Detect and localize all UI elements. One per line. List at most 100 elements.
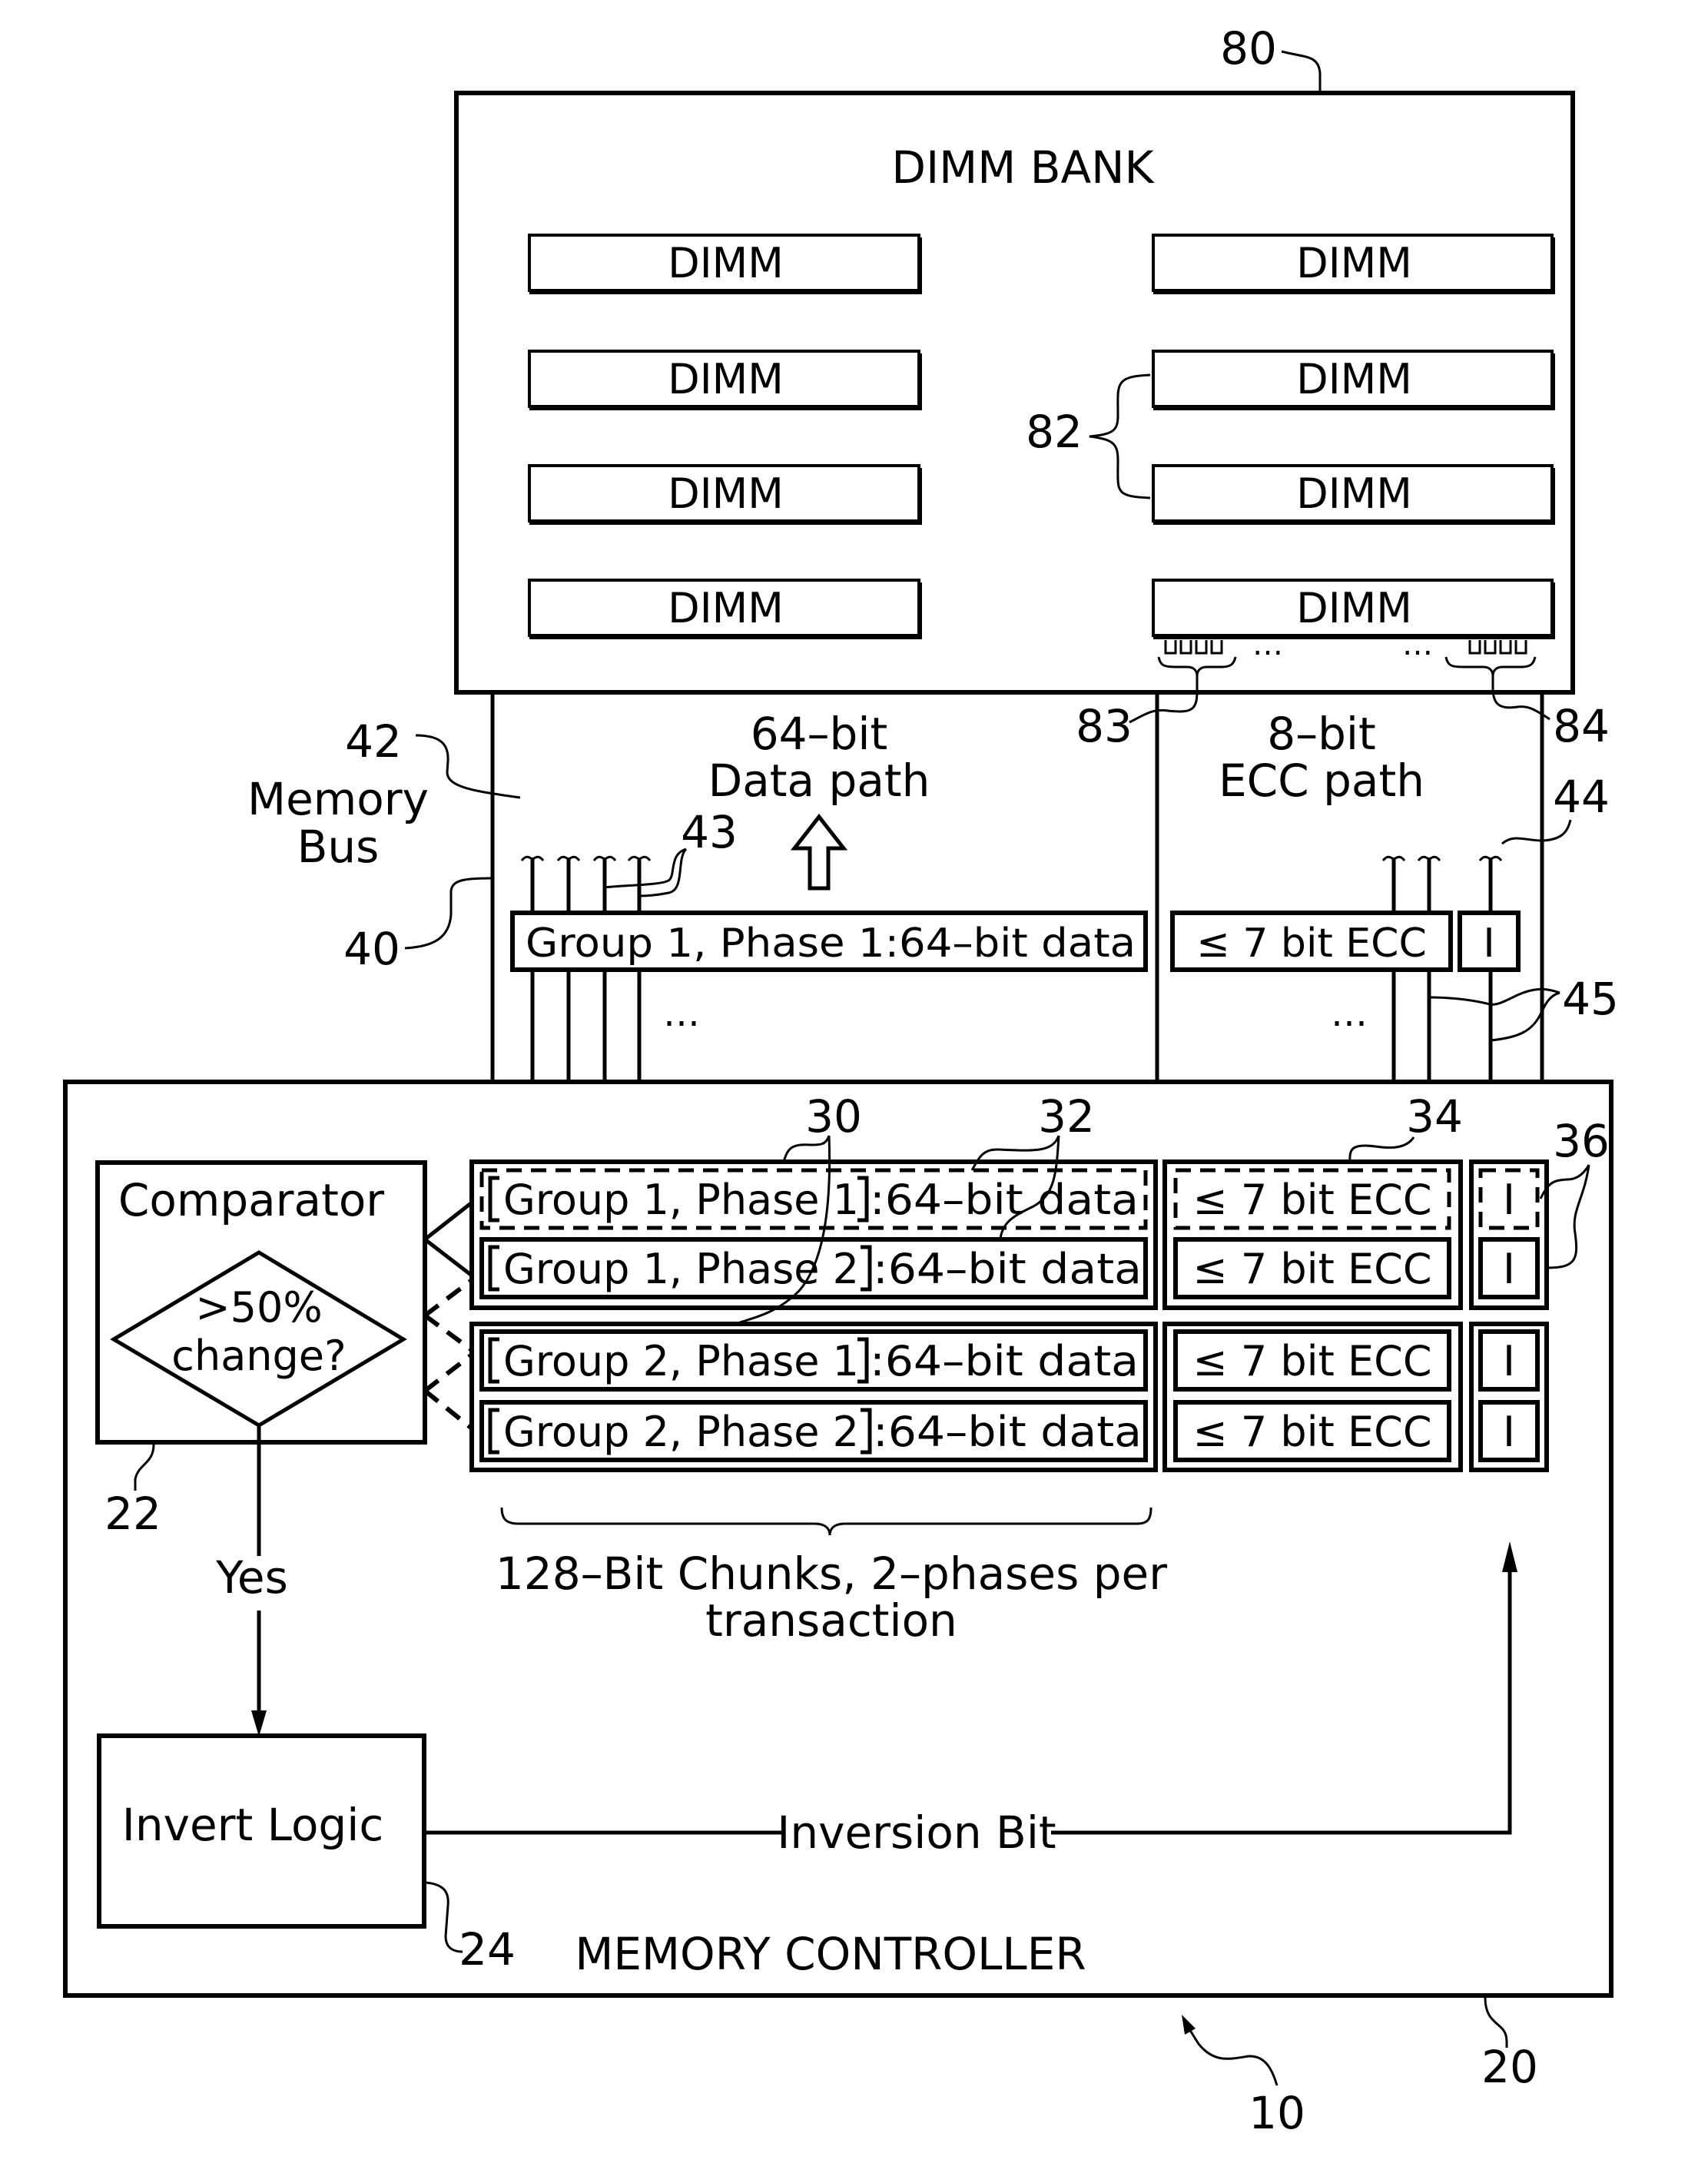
- chunk-ecc-label: ≤ 7 bit ECC: [1192, 1337, 1431, 1385]
- chunk-group-phase: Group 1, Phase 2: [503, 1245, 859, 1293]
- yes-arrowhead-icon: [251, 1710, 267, 1737]
- ref-43: 43: [681, 806, 738, 858]
- dimm-slot-label: DIMM: [1296, 355, 1412, 403]
- ref-42: 42: [345, 715, 402, 768]
- chunk-group-phase: Group 2, Phase 2: [503, 1408, 859, 1456]
- memory-bus: Group 1, Phase 1:64–bit data ≤ 7 bit ECC…: [247, 676, 1619, 1082]
- bus-line-cap-icon: [592, 855, 617, 861]
- ref-24-leader: [425, 1881, 463, 1953]
- ref-32: 32: [1038, 1090, 1095, 1143]
- chunk-data-field: :64–bit data: [870, 1337, 1139, 1385]
- bus-ecc-segment-label: ≤ 7 bit ECC: [1196, 921, 1427, 967]
- dimm-bank-title: DIMM BANK: [891, 141, 1155, 194]
- chunk-ecc-label: ≤ 7 bit ECC: [1192, 1245, 1431, 1293]
- chunk-group-phase: Group 2, Phase 1: [503, 1337, 859, 1385]
- bus-line-cap-icon: [1417, 855, 1441, 861]
- ref-24: 24: [459, 1923, 516, 1976]
- ref-34-leader: [1348, 1136, 1415, 1163]
- ref-45: 45: [1562, 973, 1619, 1025]
- memory-controller: Comparator >50% change? 22 Yes Invert Lo…: [63, 1080, 1613, 2139]
- ref-20: 20: [1481, 2041, 1538, 2093]
- comparator-title: Comparator: [118, 1174, 384, 1226]
- pins-ellipsis-left: …: [1252, 627, 1283, 662]
- inversion-arrowhead-icon: [1502, 1541, 1517, 1572]
- inversion-line-right: [1051, 1568, 1512, 1835]
- ref-22-leader: [134, 1444, 155, 1491]
- pins-ellipsis-right: …: [1402, 627, 1433, 662]
- ref-44-leader: [1501, 819, 1572, 845]
- chunk-data-field: :64–bit data: [873, 1408, 1142, 1456]
- decision-line1: >50%: [195, 1283, 322, 1332]
- dimm-slot-label: DIMM: [668, 469, 784, 518]
- yes-label: Yes: [215, 1551, 288, 1604]
- ecc-path-label: ECC path: [1219, 755, 1424, 807]
- memory-bus-label-line1: Memory: [247, 773, 429, 825]
- ref-10-arrowhead-icon: [1182, 2015, 1196, 2035]
- link-g2p2-dashed: [423, 1388, 476, 1433]
- dimm-slot-label: DIMM: [668, 239, 784, 287]
- chunk-brace: [500, 1507, 1152, 1536]
- link-g1p1: [423, 1199, 476, 1241]
- dimm-bank: DIMM BANK DIMM DIMM DIMM DIMM DIMM DIMM DIMM DI…: [454, 22, 1575, 695]
- memory-system-diagram: DIMM BANK DIMM DIMM DIMM DIMM DIMM DIMM DIMM DI…: [63, 22, 1619, 2139]
- ref-36: 36: [1553, 1115, 1610, 1167]
- bus-line-cap-icon: [1381, 855, 1406, 861]
- chunk-inv-label: I: [1503, 1408, 1515, 1456]
- chunk-group-phase: Group 1, Phase 1: [503, 1176, 859, 1224]
- ref-83: 83: [1076, 700, 1133, 752]
- bus-line-cap-icon: [520, 855, 545, 861]
- dimm-slot-label: DIMM: [668, 355, 784, 403]
- ref-80-leader: [1281, 50, 1322, 93]
- ref-22: 22: [104, 1488, 161, 1540]
- chunk-row: Group 2, Phase 2 :64–bit data ≤ 7 bit ECC I: [479, 1400, 1540, 1462]
- ref-42-leader: [415, 734, 521, 799]
- chunk-ecc-label: ≤ 7 bit ECC: [1192, 1176, 1431, 1224]
- chunk-inv-label: I: [1503, 1337, 1515, 1385]
- decision-line2: change?: [171, 1332, 346, 1380]
- dimm-slot-label: DIMM: [1296, 239, 1412, 287]
- bus-line-cap-icon: [627, 855, 652, 861]
- invert-logic-title: Invert Logic: [122, 1799, 384, 1851]
- chunk-inv-label: I: [1503, 1245, 1515, 1293]
- chunk-caption-line2: transaction: [705, 1594, 957, 1647]
- ref-80: 80: [1220, 22, 1277, 75]
- dimm-slot-label: DIMM: [668, 584, 784, 632]
- bus-line-cap-icon: [1478, 855, 1503, 861]
- chunk-data-field: :64–bit data: [873, 1245, 1142, 1293]
- memory-controller-title: MEMORY CONTROLLER: [575, 1928, 1086, 1980]
- ref-84: 84: [1553, 700, 1610, 752]
- chunk-rows: Group 1, Phase 1:64–bit data ≤ 7 bit ECC I…: [479, 1168, 1540, 1462]
- link-g2p1-dashed: [423, 1313, 476, 1355]
- bus-ecc-ellipsis: …: [1331, 992, 1368, 1035]
- ref-10: 10: [1249, 2087, 1305, 2139]
- memory-bus-label-line2: Bus: [297, 821, 380, 873]
- chunk-row: Group 1, Phase 2 :64–bit data ≤ 7 bit ECC I: [479, 1237, 1540, 1299]
- chunk-inv-label: I: [1503, 1176, 1515, 1224]
- ref-30: 30: [805, 1090, 862, 1143]
- data-direction-arrow-icon: [790, 813, 848, 891]
- chunk-caption-line1: 128–Bit Chunks, 2–phases per: [496, 1548, 1167, 1600]
- link-g1p2: [423, 1238, 476, 1279]
- link-g2p1-dashed-b: [423, 1350, 476, 1393]
- comparator-links: [423, 1199, 476, 1433]
- dimm-slot-label: DIMM: [1296, 584, 1412, 632]
- ref-40-leader: [404, 877, 493, 950]
- ref-44: 44: [1553, 771, 1610, 823]
- bus-inversion-segment-label: I: [1483, 921, 1494, 967]
- data-path-width: 64–bit: [751, 708, 887, 760]
- ref-40: 40: [343, 923, 400, 975]
- ecc-path-width: 8–bit: [1267, 708, 1376, 760]
- inversion-bit-label: Inversion Bit: [777, 1806, 1056, 1859]
- chunk-data-field: :64–bit data: [870, 1176, 1139, 1224]
- bus-data-segment-label: Group 1, Phase 1:64–bit data: [526, 921, 1136, 967]
- data-path-label: Data path: [708, 755, 930, 807]
- chunk-ecc-label: ≤ 7 bit ECC: [1192, 1408, 1431, 1456]
- ref-34: 34: [1406, 1090, 1463, 1143]
- dimm-slot-label: DIMM: [1296, 469, 1412, 518]
- bus-line-cap-icon: [556, 855, 581, 861]
- link-g1p2-dashed: [423, 1276, 476, 1318]
- bus-data-ellipsis: …: [663, 992, 700, 1035]
- chunk-row: Group 2, Phase 1:64–bit data ≤ 7 bit ECC I: [479, 1329, 1540, 1392]
- ref-10-leader: [1186, 2025, 1279, 2086]
- ref-82: 82: [1026, 406, 1083, 458]
